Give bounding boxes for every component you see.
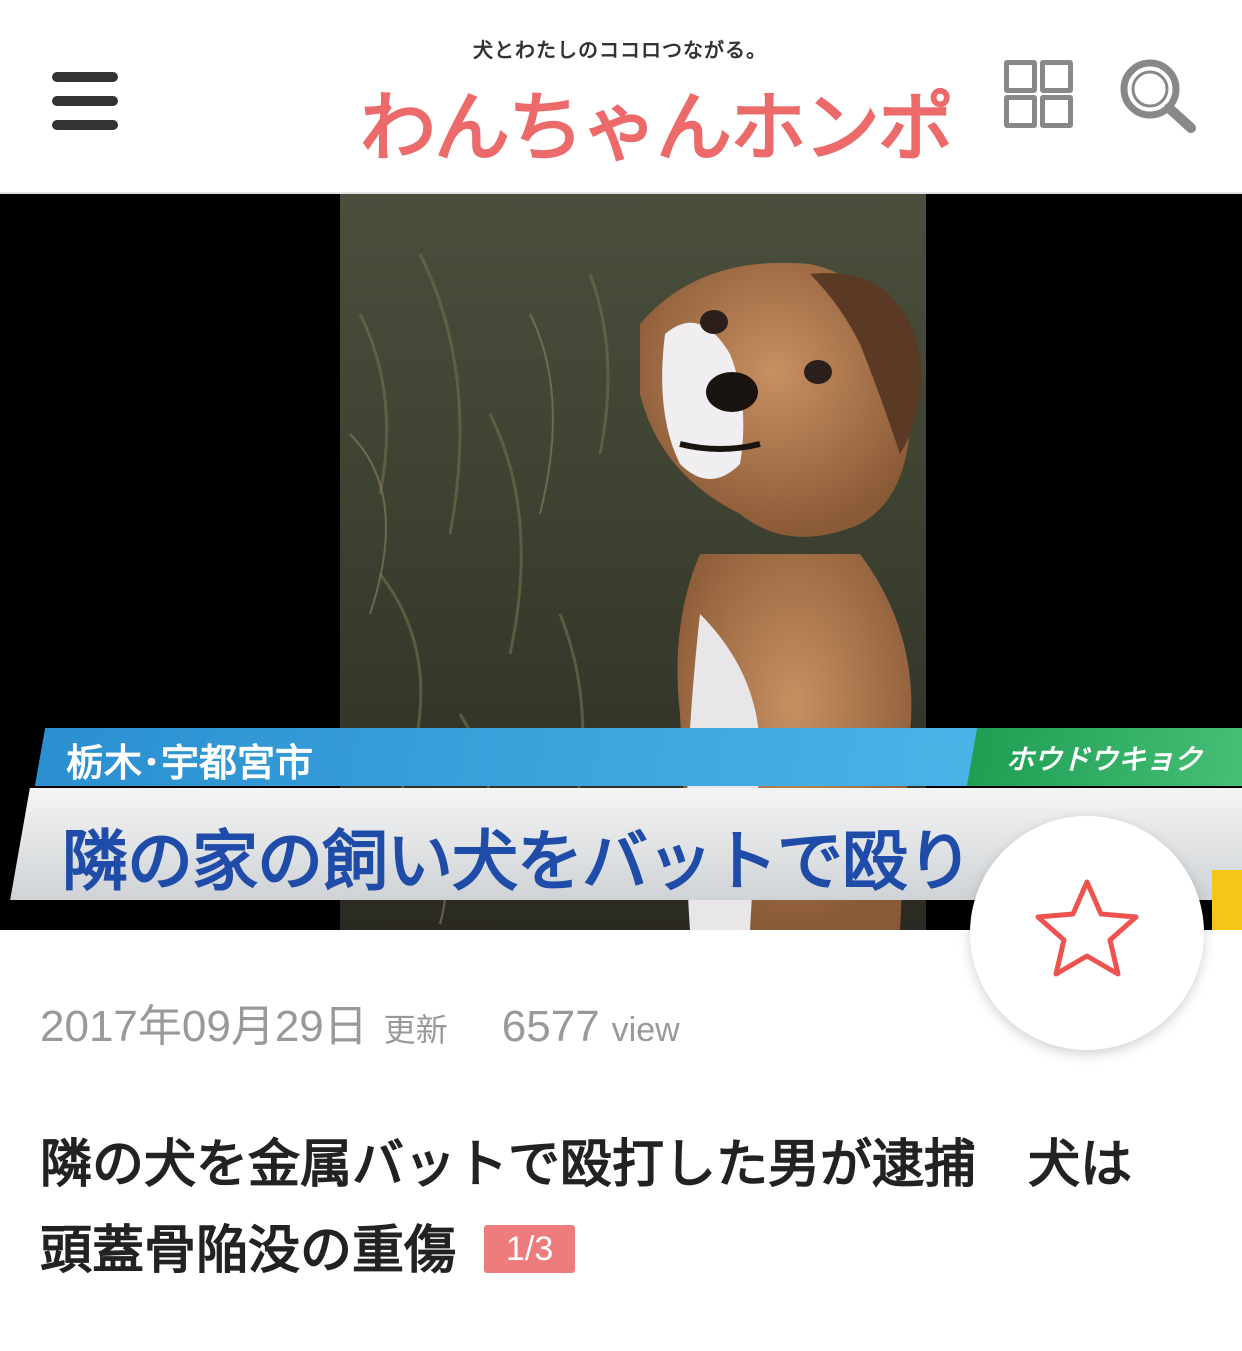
grid-cell <box>1040 60 1073 93</box>
logo-tagline: 犬とわたしのココロつながる。 <box>473 38 767 62</box>
star-outline-icon <box>1035 879 1139 977</box>
page-indicator-badge: 1/3 <box>484 1225 576 1273</box>
search-icon-graphic <box>1120 59 1196 133</box>
search-icon[interactable] <box>1116 56 1198 134</box>
grid-cell <box>1004 60 1037 93</box>
logo-title: わんちゃんホンポ <box>360 83 954 172</box>
hamburger-menu-icon[interactable] <box>52 70 120 132</box>
grid-cell <box>1040 95 1073 128</box>
caption-headline: 隣の家の飼い犬をバットで殴り <box>62 823 973 900</box>
app-header: 犬とわたしのココロつながる。 わんちゃんホンポ <box>0 0 1242 194</box>
view-label: view <box>611 1011 680 1049</box>
broadcaster-logo-fragment <box>1212 870 1242 930</box>
menu-line <box>52 96 118 106</box>
menu-line <box>52 72 118 82</box>
site-logo[interactable]: 犬とわたしのココロつながる。 わんちゃんホンポ <box>360 30 954 172</box>
view-count: 6577 <box>501 1002 600 1051</box>
favorite-button[interactable] <box>970 816 1204 1050</box>
article-date: 2017年09月29日 <box>40 1002 368 1051</box>
updated-label: 更新 <box>383 1011 448 1049</box>
grid-cell <box>1004 95 1037 128</box>
article-title-text: 隣の犬を金属バットで殴打した男が逮捕 犬は頭蓋骨陥没の重傷 <box>40 1135 1133 1281</box>
menu-line <box>52 120 118 130</box>
caption-station: ホウドウキョク <box>1006 743 1203 776</box>
article-meta: 2017年09月29日 更新 6577 view <box>40 990 680 1051</box>
caption-location: 栃木･宇都宮市 <box>66 741 314 785</box>
grid-view-icon[interactable] <box>1002 60 1073 128</box>
article-title: 隣の犬を金属バットで殴打した男が逮捕 犬は頭蓋骨陥没の重傷 1/3 <box>40 1122 1140 1294</box>
